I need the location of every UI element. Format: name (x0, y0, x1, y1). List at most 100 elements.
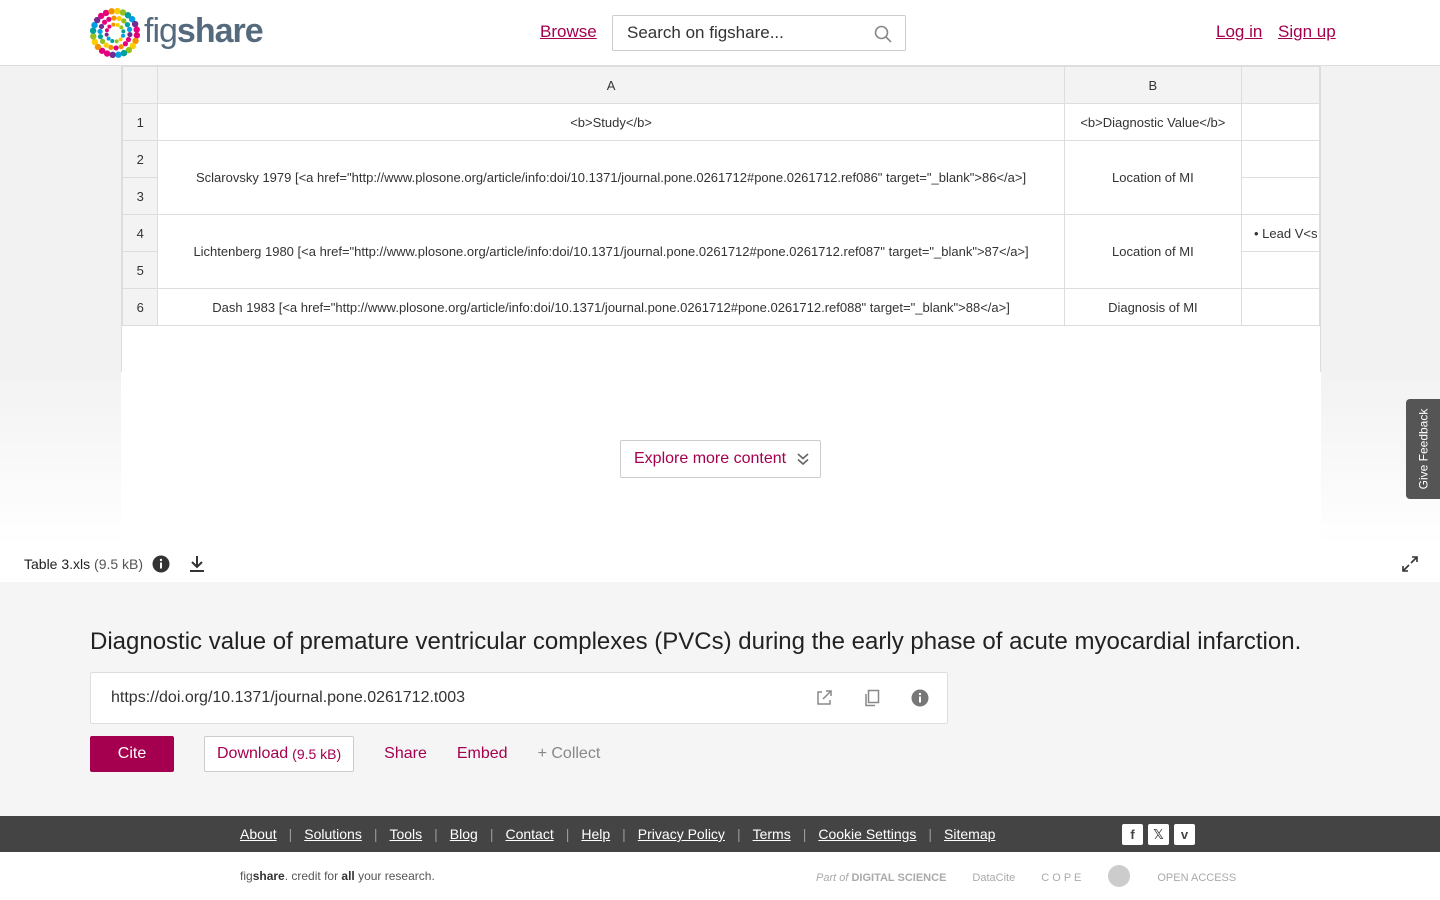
logo-dot (122, 41, 129, 47)
footer-bottom: figshare. credit for all your research. … (0, 852, 1440, 900)
corner-cell (122, 66, 159, 104)
logo-dot (127, 31, 133, 38)
logo-dot (99, 38, 106, 45)
logo-dot (102, 9, 110, 17)
cope-logo[interactable]: C O P E (1041, 872, 1081, 884)
download-size: (9.5 kB) (292, 746, 342, 762)
separator: | (928, 826, 933, 842)
column-header-a: A (157, 66, 1065, 104)
seal-logo[interactable] (1107, 864, 1131, 891)
separator: | (802, 826, 807, 842)
logo-dot (118, 37, 123, 42)
column-header-b: B (1063, 66, 1243, 104)
logo-dot (101, 19, 108, 25)
search-icon[interactable] (873, 24, 893, 44)
footer-link-sitemap[interactable]: Sitemap (944, 826, 995, 842)
logo-dot (109, 51, 116, 58)
x-icon[interactable]: 𝕏 (1148, 824, 1169, 845)
cell-a6: Dash 1983 [<a href="http://www.plosone.o… (157, 288, 1065, 326)
separator: | (622, 826, 626, 842)
cite-button[interactable]: Cite (90, 736, 174, 772)
download-button[interactable]: Download (9.5 kB) (204, 736, 355, 772)
logo-dot (114, 39, 119, 44)
file-size: (9.5 kB) (94, 556, 144, 572)
row-number: 1 (122, 103, 159, 141)
file-viewer: A B 1 <b>Study</b> <b>Diagnostic Value</… (0, 66, 1440, 546)
datacite-logo[interactable]: DataCite (972, 872, 1015, 884)
figshare-logo[interactable]: figshare (90, 8, 264, 58)
footer-link-cookie-settings[interactable]: Cookie Settings (818, 826, 916, 842)
doi-info-icon[interactable] (911, 689, 929, 707)
footer-link-blog[interactable]: Blog (450, 826, 478, 842)
logo-dot (111, 15, 117, 21)
footer-link-help[interactable]: Help (581, 826, 610, 842)
separator: | (565, 826, 570, 842)
cell-b4: Location of MI (1063, 214, 1243, 289)
cell-a2: Sclarovsky 1979 [<a href="http://www.plo… (157, 140, 1065, 215)
download-label: Download (217, 745, 289, 762)
external-link-icon[interactable] (815, 689, 833, 707)
footer-link-about[interactable]: About (240, 826, 277, 842)
logo-dot (119, 25, 124, 30)
share-link[interactable]: Share (384, 745, 427, 763)
fullscreen-icon[interactable] (1401, 555, 1419, 573)
logo-dot (108, 8, 115, 15)
embed-link[interactable]: Embed (457, 745, 508, 763)
facebook-icon[interactable]: f (1122, 824, 1143, 845)
search-input[interactable] (613, 16, 853, 50)
logo-dot (91, 38, 99, 46)
footer-link-privacy[interactable]: Privacy Policy (638, 826, 725, 842)
spreadsheet-table: A B 1 <b>Study</b> <b>Diagnostic Value</… (122, 66, 1320, 326)
logo-dot (121, 18, 127, 24)
footer-link-contact[interactable]: Contact (505, 826, 553, 842)
logo-dot (97, 28, 103, 35)
collect-link[interactable]: + Collect (538, 745, 601, 763)
logo-dot (126, 26, 133, 32)
logo-dot (104, 32, 109, 37)
cell-b6: Diagnosis of MI (1063, 288, 1243, 326)
footer-link-tools[interactable]: Tools (389, 826, 422, 842)
login-link[interactable]: Log in (1216, 22, 1262, 42)
copy-icon[interactable] (863, 689, 881, 707)
footer-link-terms[interactable]: Terms (753, 826, 791, 842)
cell-b2: Location of MI (1063, 140, 1243, 215)
logo-dot (97, 34, 104, 40)
logo-dot (106, 16, 112, 22)
footer-link-solutions[interactable]: Solutions (304, 826, 362, 842)
logo-dot (118, 44, 124, 50)
digital-science-logo[interactable]: Part of DIGITAL SCIENCE (816, 872, 946, 884)
give-feedback-label: Give Feedback (1416, 408, 1430, 490)
browse-link[interactable]: Browse (540, 22, 597, 42)
download-icon[interactable] (188, 555, 206, 573)
item-title: Diagnostic value of premature ventricula… (90, 628, 1302, 655)
info-icon[interactable] (152, 555, 170, 573)
explore-more-button[interactable]: Explore more content (620, 440, 821, 478)
separator: | (434, 826, 438, 842)
logo-dot (120, 49, 128, 57)
logo-dot (90, 33, 97, 40)
search-box[interactable] (612, 15, 906, 51)
vimeo-icon[interactable]: v (1174, 824, 1195, 845)
site-header: figshare Browse Log in Sign up (0, 0, 1440, 66)
give-feedback-tab[interactable]: Give Feedback (1406, 399, 1440, 499)
logo-dot (121, 29, 126, 34)
logo-dot (125, 36, 132, 43)
item-actions: Cite Download (9.5 kB) Share Embed + Col… (90, 736, 600, 772)
footer-nav: About | Solutions | Tools | Blog | Contact | … (0, 816, 1440, 852)
open-access-logo[interactable]: OPEN ACCESS (1157, 872, 1236, 884)
logo-dot (103, 50, 111, 57)
logo-dot (113, 45, 119, 51)
partner-logos: Part of DIGITAL SCIENCE DataCite C O P E… (816, 864, 1262, 891)
logo-dot (90, 27, 97, 34)
logo-dot (115, 22, 120, 27)
footer-tagline: figshare. credit for all your research. (240, 869, 435, 883)
signup-link[interactable]: Sign up (1278, 22, 1336, 42)
cell-c1 (1241, 103, 1320, 141)
logo-dot (133, 26, 140, 33)
figshare-logo-icon (90, 8, 140, 58)
row-number: 2 (122, 140, 159, 178)
doi-text[interactable]: https://doi.org/10.1371/journal.pone.026… (111, 689, 465, 707)
footer-links: About | Solutions | Tools | Blog | Contact | … (240, 826, 995, 842)
row-number: 5 (122, 251, 159, 289)
separator: | (736, 826, 741, 842)
